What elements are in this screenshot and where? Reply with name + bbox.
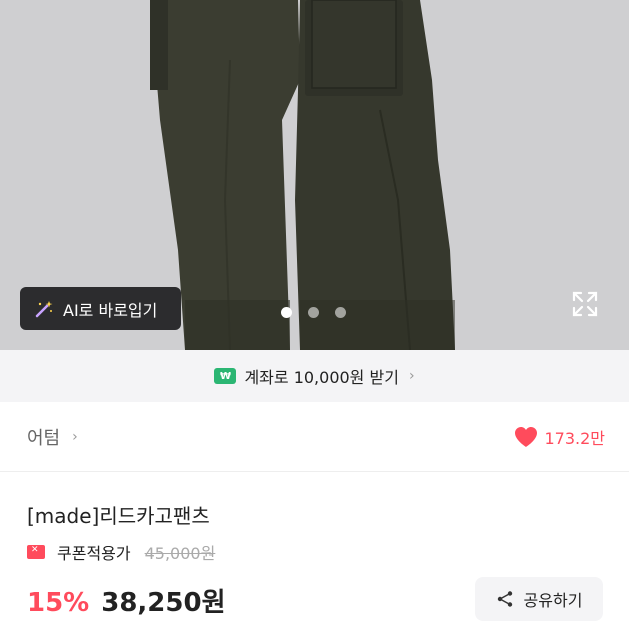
sale-price: 38,250원 [101, 588, 226, 618]
carousel-dot[interactable] [281, 307, 292, 318]
carousel-dot[interactable] [308, 307, 319, 318]
heart-icon [515, 426, 538, 447]
price-row: 15% 38,250원 [27, 582, 226, 619]
ai-try-on-button[interactable]: AI로 바로입기 [20, 287, 181, 330]
coupon-label: 쿠폰적용가 [57, 544, 131, 563]
chevron-right-icon: › [72, 428, 78, 445]
share-button[interactable]: 공유하기 [475, 577, 603, 621]
like-count: 173.2만 [544, 428, 605, 448]
ai-try-on-label: AI로 바로입기 [63, 300, 158, 320]
carousel-dot[interactable] [335, 307, 346, 318]
store-name: 어텀 [27, 427, 61, 449]
store-row: 어텀 › 173.2만 [0, 402, 629, 472]
original-price: 45,000원 [144, 544, 216, 563]
product-title: [made]리드카고팬츠 [27, 504, 210, 528]
promo-text: 계좌로 10,000원 받기 [244, 368, 399, 387]
magic-wand-icon [35, 300, 53, 317]
account-reward-banner[interactable]: ₩ 계좌로 10,000원 받기 › [0, 350, 629, 402]
chevron-right-icon: › [408, 368, 415, 384]
expand-icon[interactable] [571, 290, 599, 318]
won-icon: ₩ [214, 368, 237, 384]
store-link[interactable]: 어텀 › [27, 424, 78, 450]
share-icon [497, 591, 512, 607]
carousel-indicator [281, 307, 346, 318]
share-label: 공유하기 [523, 591, 583, 610]
discount-rate: 15% [27, 588, 90, 618]
coupon-price-row: 쿠폰적용가 45,000원 [27, 540, 215, 564]
coupon-icon [27, 545, 45, 559]
like-button[interactable]: 173.2만 [514, 425, 605, 449]
product-image-carousel[interactable]: AI로 바로입기 [0, 0, 629, 350]
